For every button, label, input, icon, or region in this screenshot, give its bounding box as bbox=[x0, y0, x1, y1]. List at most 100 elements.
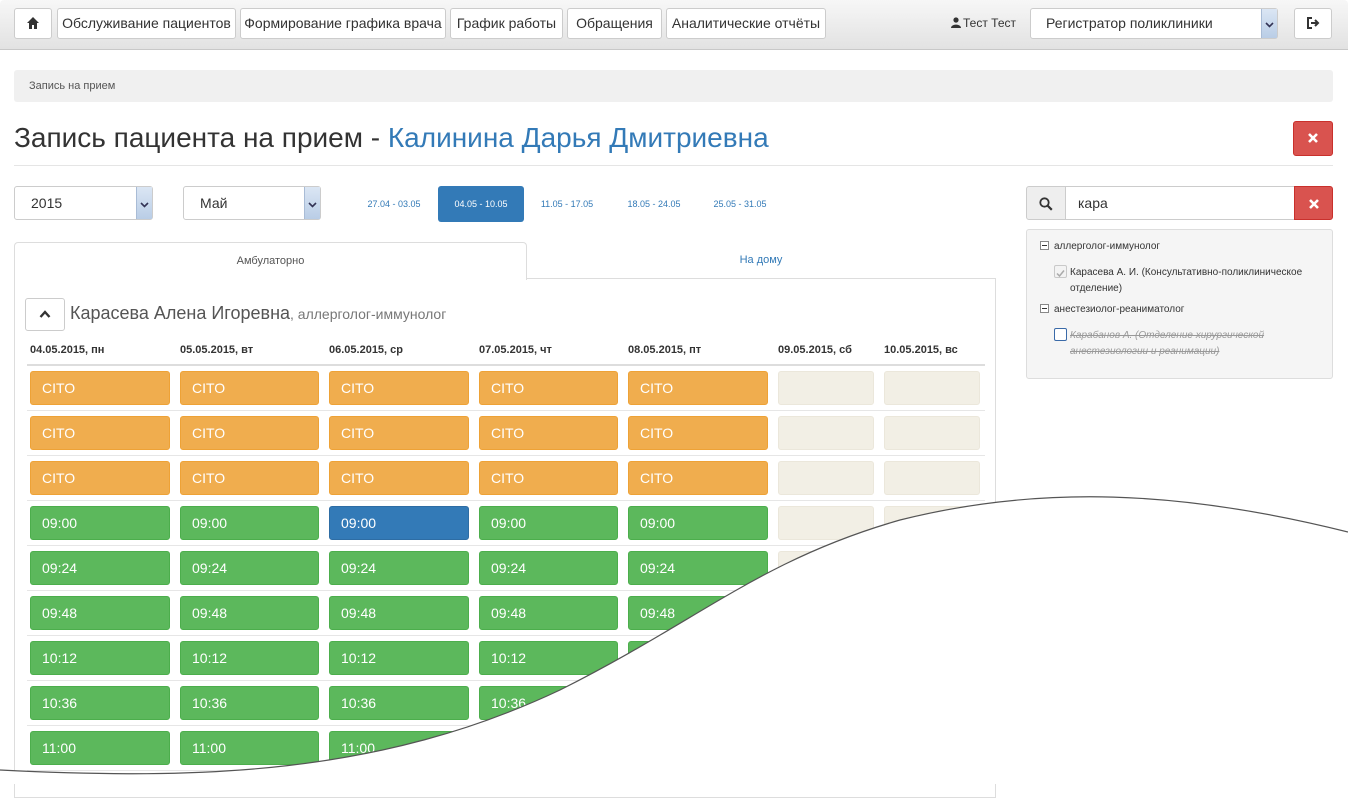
slot-cito[interactable]: CITO bbox=[479, 416, 618, 450]
role-select-value: Регистратор поликлиники bbox=[1046, 15, 1213, 31]
tab-home-visit[interactable]: На дому bbox=[527, 242, 995, 279]
slot-free[interactable]: 10:12 bbox=[329, 641, 469, 675]
slot-cito[interactable]: CITO bbox=[628, 461, 768, 495]
slot-free[interactable]: 09:00 bbox=[479, 506, 618, 540]
slot-cito[interactable]: CITO bbox=[329, 461, 469, 495]
doctor-checkbox[interactable] bbox=[1054, 328, 1067, 341]
close-icon bbox=[1308, 199, 1319, 209]
slot-free[interactable]: 09:48 bbox=[479, 596, 618, 630]
collapse-button[interactable] bbox=[25, 298, 65, 331]
slot-cito[interactable]: CITO bbox=[628, 416, 768, 450]
nav-analytic-reports[interactable]: Аналитические отчёты bbox=[666, 8, 826, 39]
user-name: Тест Тест bbox=[963, 16, 1016, 30]
slot-cito[interactable]: CITO bbox=[30, 461, 170, 495]
slot-free[interactable]: 10:36 bbox=[329, 686, 469, 720]
year-select-value: 2015 bbox=[31, 195, 63, 211]
slot-cito[interactable]: CITO bbox=[479, 461, 618, 495]
doctor-search-input[interactable] bbox=[1065, 186, 1295, 220]
slot-free[interactable]: 10:36 bbox=[479, 686, 618, 720]
slot-unavailable bbox=[778, 371, 874, 405]
page-title: Запись пациента на прием - Калинина Дарь… bbox=[14, 119, 769, 157]
week-button[interactable]: 11.05 - 17.05 bbox=[524, 186, 610, 222]
tree-group-label: аллерголог-иммунолог bbox=[1054, 241, 1161, 252]
slot-unavailable bbox=[778, 461, 874, 495]
home-button[interactable] bbox=[14, 8, 52, 39]
slot-free[interactable]: 09:24 bbox=[180, 551, 319, 585]
slot-unavailable bbox=[778, 596, 874, 630]
week-button[interactable]: 27.04 - 03.05 bbox=[351, 186, 437, 222]
nav-doctor-schedule-builder[interactable]: Формирование графика врача bbox=[240, 8, 446, 39]
collapse-icon[interactable] bbox=[1040, 241, 1049, 250]
slot-unavailable bbox=[778, 686, 874, 720]
slot-cito[interactable]: CITO bbox=[479, 371, 618, 405]
slot-free[interactable]: 11:00 bbox=[329, 731, 469, 765]
month-select-value: Май bbox=[200, 195, 228, 211]
tab-outpatient[interactable]: Амбулаторно bbox=[14, 242, 527, 280]
slot-free[interactable]: 10:12 bbox=[628, 641, 768, 675]
slot-cito[interactable]: CITO bbox=[180, 371, 319, 405]
slot-free[interactable]: 09:24 bbox=[329, 551, 469, 585]
slot-cito[interactable]: CITO bbox=[628, 371, 768, 405]
slot-unavailable bbox=[778, 641, 874, 675]
slot-cito[interactable]: CITO bbox=[180, 461, 319, 495]
slot-free[interactable]: 09:48 bbox=[628, 596, 768, 630]
week-button[interactable]: 25.05 - 31.05 bbox=[697, 186, 783, 222]
slot-free[interactable]: 10:12 bbox=[180, 641, 319, 675]
slot-free[interactable]: 09:48 bbox=[180, 596, 319, 630]
nav-requests[interactable]: Обращения bbox=[567, 8, 662, 39]
tree-group-anesthesiologist[interactable]: анестезиолог-реаниматолог bbox=[1040, 304, 1184, 315]
slot-free[interactable]: 09:00 bbox=[180, 506, 319, 540]
logout-button[interactable] bbox=[1294, 8, 1332, 39]
slot-free[interactable]: 09:24 bbox=[30, 551, 170, 585]
current-user[interactable]: Тест Тест bbox=[951, 16, 1016, 30]
slot-free[interactable]: 10:12 bbox=[479, 641, 618, 675]
slot-cito[interactable]: CITO bbox=[329, 371, 469, 405]
slot-free[interactable]: 11:00 bbox=[180, 731, 319, 765]
doctor-heading: Карасева Алена Игоревна, аллерголог-имму… bbox=[70, 301, 446, 326]
slot-free[interactable]: 09:00 bbox=[628, 506, 768, 540]
doctor-checkbox[interactable] bbox=[1054, 265, 1067, 278]
slot-unavailable bbox=[778, 506, 874, 540]
tree-group-allergist[interactable]: аллерголог-иммунолог bbox=[1040, 241, 1160, 252]
slot-cito[interactable]: CITO bbox=[30, 416, 170, 450]
slot-cito[interactable]: CITO bbox=[180, 416, 319, 450]
day-header: 08.05.2015, пт bbox=[628, 344, 702, 356]
slot-free[interactable]: 09:24 bbox=[479, 551, 618, 585]
week-button-active[interactable]: 04.05 - 10.05 bbox=[438, 186, 524, 222]
slot-free[interactable]: 10:36 bbox=[628, 686, 768, 720]
slot-unavailable bbox=[778, 416, 874, 450]
week-button[interactable]: 18.05 - 24.05 bbox=[611, 186, 697, 222]
row-divider bbox=[27, 410, 985, 411]
slot-free[interactable]: 11:00 bbox=[628, 731, 768, 765]
home-icon bbox=[27, 17, 39, 29]
day-header: 09.05.2015, сб bbox=[778, 344, 852, 356]
month-select[interactable]: Май bbox=[183, 186, 321, 220]
slot-free[interactable]: 10:12 bbox=[30, 641, 170, 675]
year-select[interactable]: 2015 bbox=[14, 186, 153, 220]
clear-search-button[interactable] bbox=[1294, 186, 1333, 220]
slot-free[interactable]: 09:24 bbox=[628, 551, 768, 585]
nav-patient-service[interactable]: Обслуживание пациентов bbox=[57, 8, 236, 39]
close-icon bbox=[1308, 133, 1318, 143]
nav-work-schedule[interactable]: График работы bbox=[450, 8, 563, 39]
tree-doctor-item[interactable]: Карасева А. И. (Консультативно-поликлини… bbox=[1070, 265, 1310, 297]
slot-free[interactable]: 09:48 bbox=[329, 596, 469, 630]
slot-free[interactable]: 11:00 bbox=[30, 731, 170, 765]
slot-free[interactable]: 10:36 bbox=[30, 686, 170, 720]
slot-free[interactable]: 10:36 bbox=[180, 686, 319, 720]
slot-unavailable bbox=[884, 641, 980, 675]
slot-unavailable bbox=[884, 506, 980, 540]
collapse-icon[interactable] bbox=[1040, 304, 1049, 313]
search-button[interactable] bbox=[1026, 186, 1066, 220]
patient-name[interactable]: Калинина Дарья Дмитриевна bbox=[388, 122, 769, 153]
row-divider bbox=[27, 680, 985, 681]
row-divider bbox=[27, 545, 985, 546]
role-select[interactable]: Регистратор поликлиники bbox=[1030, 8, 1278, 39]
slot-selected[interactable]: 09:00 bbox=[329, 506, 469, 540]
slot-free[interactable]: 11:00 bbox=[479, 731, 618, 765]
slot-free[interactable]: 09:00 bbox=[30, 506, 170, 540]
slot-free[interactable]: 09:48 bbox=[30, 596, 170, 630]
slot-cito[interactable]: CITO bbox=[30, 371, 170, 405]
close-button[interactable] bbox=[1293, 121, 1333, 156]
slot-cito[interactable]: CITO bbox=[329, 416, 469, 450]
